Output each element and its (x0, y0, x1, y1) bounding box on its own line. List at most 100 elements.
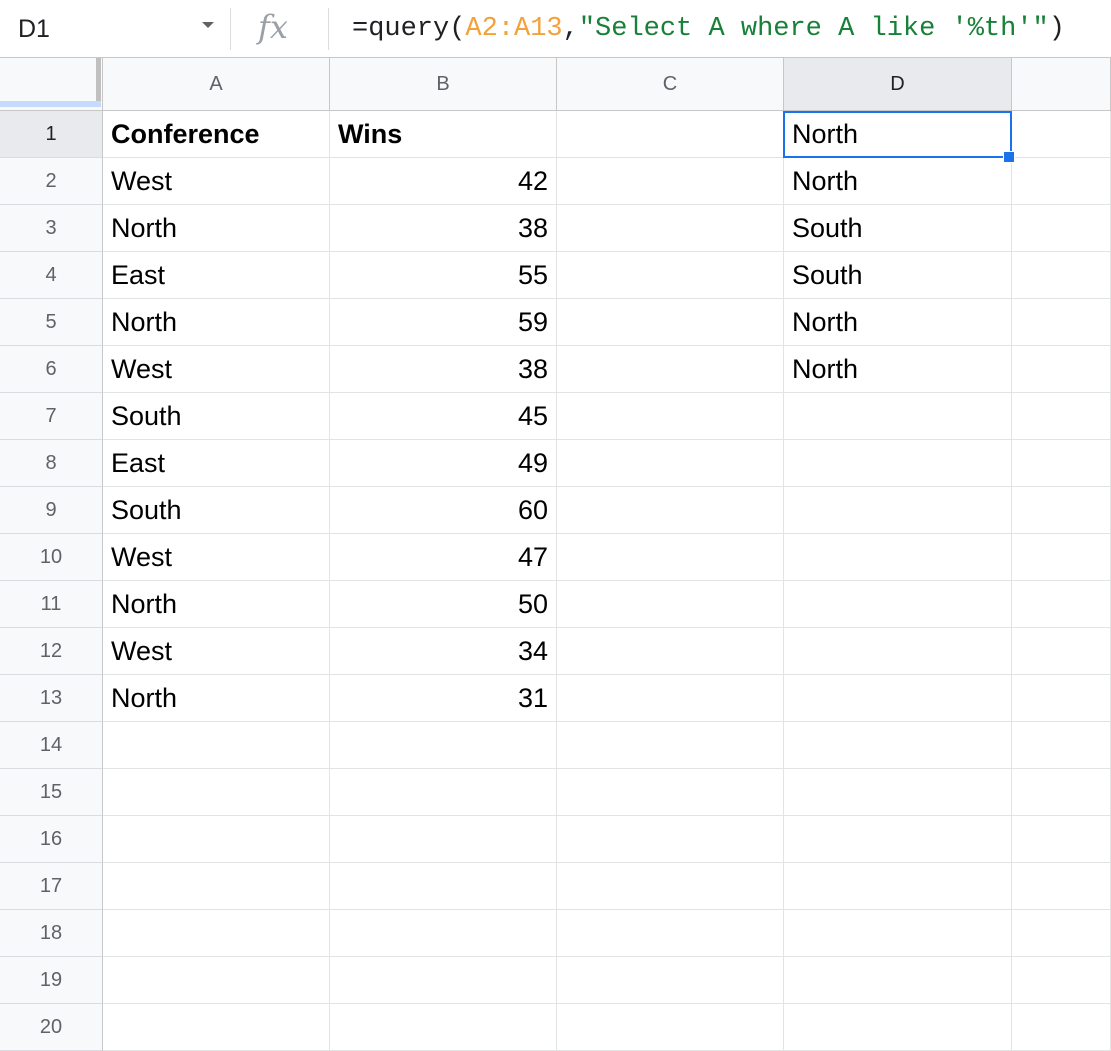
cell-a6[interactable]: West (103, 346, 330, 393)
cell-e6[interactable] (1012, 346, 1111, 393)
row-header-2[interactable]: 2 (0, 158, 103, 205)
cell-e11[interactable] (1012, 581, 1111, 628)
cell-c9[interactable] (557, 487, 784, 534)
chevron-down-icon[interactable] (202, 22, 214, 28)
fill-handle[interactable] (1003, 151, 1015, 163)
frozen-row-handle[interactable] (0, 101, 101, 107)
cell-a9[interactable]: South (103, 487, 330, 534)
cell-b9[interactable]: 60 (330, 487, 557, 534)
cell-d18[interactable] (784, 910, 1012, 957)
row-header-19[interactable]: 19 (0, 957, 103, 1004)
cell-b11[interactable]: 50 (330, 581, 557, 628)
row-header-16[interactable]: 16 (0, 816, 103, 863)
cell-a8[interactable]: East (103, 440, 330, 487)
cell-e4[interactable] (1012, 252, 1111, 299)
cell-b5[interactable]: 59 (330, 299, 557, 346)
cell-b13[interactable]: 31 (330, 675, 557, 722)
row-header-8[interactable]: 8 (0, 440, 103, 487)
cell-d16[interactable] (784, 816, 1012, 863)
cell-d5[interactable]: North (784, 299, 1012, 346)
cell-e9[interactable] (1012, 487, 1111, 534)
cell-b19[interactable] (330, 957, 557, 1004)
row-header-9[interactable]: 9 (0, 487, 103, 534)
cell-c17[interactable] (557, 863, 784, 910)
formula-input[interactable]: =query(A2:A13,"Select A where A like '%t… (352, 14, 1065, 44)
cell-e1[interactable] (1012, 111, 1111, 158)
cell-a18[interactable] (103, 910, 330, 957)
cell-b14[interactable] (330, 722, 557, 769)
cell-a14[interactable] (103, 722, 330, 769)
row-header-18[interactable]: 18 (0, 910, 103, 957)
cell-c3[interactable] (557, 205, 784, 252)
cell-d7[interactable] (784, 393, 1012, 440)
cell-a3[interactable]: North (103, 205, 330, 252)
cell-a2[interactable]: West (103, 158, 330, 205)
cell-d4[interactable]: South (784, 252, 1012, 299)
cell-d17[interactable] (784, 863, 1012, 910)
cell-e16[interactable] (1012, 816, 1111, 863)
row-header-15[interactable]: 15 (0, 769, 103, 816)
cell-e19[interactable] (1012, 957, 1111, 1004)
cell-b16[interactable] (330, 816, 557, 863)
cell-c18[interactable] (557, 910, 784, 957)
cell-d3[interactable]: South (784, 205, 1012, 252)
row-header-17[interactable]: 17 (0, 863, 103, 910)
cell-a4[interactable]: East (103, 252, 330, 299)
cell-a17[interactable] (103, 863, 330, 910)
cell-b18[interactable] (330, 910, 557, 957)
cell-e12[interactable] (1012, 628, 1111, 675)
cell-a5[interactable]: North (103, 299, 330, 346)
cell-d15[interactable] (784, 769, 1012, 816)
name-box-value[interactable]: D1 (18, 15, 50, 44)
cell-c12[interactable] (557, 628, 784, 675)
cell-e10[interactable] (1012, 534, 1111, 581)
cell-c2[interactable] (557, 158, 784, 205)
row-header-1[interactable]: 1 (0, 111, 103, 158)
cell-b1[interactable]: Wins (330, 111, 557, 158)
select-all-corner[interactable] (0, 58, 103, 111)
cell-c14[interactable] (557, 722, 784, 769)
cell-b15[interactable] (330, 769, 557, 816)
cell-b10[interactable]: 47 (330, 534, 557, 581)
cell-a12[interactable]: West (103, 628, 330, 675)
cell-b3[interactable]: 38 (330, 205, 557, 252)
cell-a1[interactable]: Conference (103, 111, 330, 158)
cell-a11[interactable]: North (103, 581, 330, 628)
cell-d13[interactable] (784, 675, 1012, 722)
cell-c6[interactable] (557, 346, 784, 393)
cell-e8[interactable] (1012, 440, 1111, 487)
cell-c16[interactable] (557, 816, 784, 863)
cell-c19[interactable] (557, 957, 784, 1004)
cell-c11[interactable] (557, 581, 784, 628)
row-header-14[interactable]: 14 (0, 722, 103, 769)
cell-e13[interactable] (1012, 675, 1111, 722)
frozen-column-handle[interactable] (96, 58, 101, 101)
cell-d1[interactable]: North (784, 111, 1012, 158)
cell-b2[interactable]: 42 (330, 158, 557, 205)
cell-e3[interactable] (1012, 205, 1111, 252)
cell-e17[interactable] (1012, 863, 1111, 910)
cell-a19[interactable] (103, 957, 330, 1004)
cell-b6[interactable]: 38 (330, 346, 557, 393)
cell-d11[interactable] (784, 581, 1012, 628)
cell-d14[interactable] (784, 722, 1012, 769)
cell-e15[interactable] (1012, 769, 1111, 816)
cell-c1[interactable] (557, 111, 784, 158)
cell-b8[interactable]: 49 (330, 440, 557, 487)
cell-d19[interactable] (784, 957, 1012, 1004)
column-header-c[interactable]: C (557, 58, 784, 111)
cell-b12[interactable]: 34 (330, 628, 557, 675)
cell-c7[interactable] (557, 393, 784, 440)
row-header-12[interactable]: 12 (0, 628, 103, 675)
column-header-d[interactable]: D (784, 58, 1012, 111)
cell-b4[interactable]: 55 (330, 252, 557, 299)
cell-b17[interactable] (330, 863, 557, 910)
cell-e7[interactable] (1012, 393, 1111, 440)
cell-c13[interactable] (557, 675, 784, 722)
row-header-11[interactable]: 11 (0, 581, 103, 628)
cell-c8[interactable] (557, 440, 784, 487)
cell-d12[interactable] (784, 628, 1012, 675)
column-header-b[interactable]: B (330, 58, 557, 111)
cell-e5[interactable] (1012, 299, 1111, 346)
cell-e2[interactable] (1012, 158, 1111, 205)
